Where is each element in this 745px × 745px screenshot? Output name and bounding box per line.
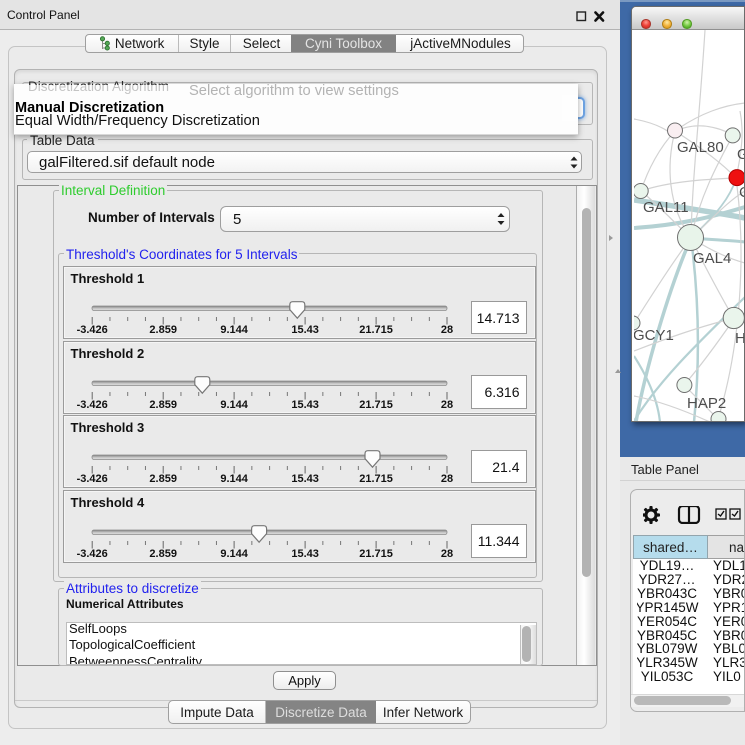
- svg-text:9.144: 9.144: [220, 399, 248, 411]
- svg-text:2.859: 2.859: [149, 324, 177, 336]
- svg-text:2.859: 2.859: [149, 473, 177, 485]
- svg-text:28: 28: [440, 473, 452, 485]
- svg-text:-3.426: -3.426: [76, 548, 107, 560]
- svg-text:2.859: 2.859: [149, 548, 177, 560]
- svg-text:21.715: 21.715: [359, 473, 393, 485]
- svg-text:15.43: 15.43: [291, 473, 319, 485]
- svg-text:21.715: 21.715: [359, 548, 393, 560]
- svg-text:15.43: 15.43: [291, 324, 319, 336]
- svg-text:28: 28: [440, 324, 452, 336]
- svg-text:9.144: 9.144: [220, 548, 248, 560]
- svg-text:GCY1: GCY1: [634, 327, 674, 344]
- svg-text:-3.426: -3.426: [76, 324, 107, 336]
- svg-text:GAL11: GAL11: [643, 199, 689, 216]
- svg-text:G: G: [737, 146, 745, 163]
- svg-text:28: 28: [440, 548, 452, 560]
- svg-text:GAL80: GAL80: [677, 139, 724, 156]
- svg-text:2.859: 2.859: [149, 399, 177, 411]
- svg-text:21.715: 21.715: [359, 324, 393, 336]
- svg-text:HAP2: HAP2: [687, 395, 726, 412]
- svg-text:-3.426: -3.426: [76, 473, 107, 485]
- svg-text:-3.426: -3.426: [76, 399, 107, 411]
- svg-text:28: 28: [440, 399, 452, 411]
- svg-text:H: H: [735, 330, 745, 347]
- svg-text:21.715: 21.715: [359, 399, 393, 411]
- svg-text:9.144: 9.144: [220, 473, 248, 485]
- svg-text:15.43: 15.43: [291, 399, 319, 411]
- svg-text:C: C: [739, 184, 745, 201]
- svg-text:15.43: 15.43: [291, 548, 319, 560]
- svg-text:9.144: 9.144: [220, 324, 248, 336]
- svg-text:GAL4: GAL4: [693, 250, 731, 267]
